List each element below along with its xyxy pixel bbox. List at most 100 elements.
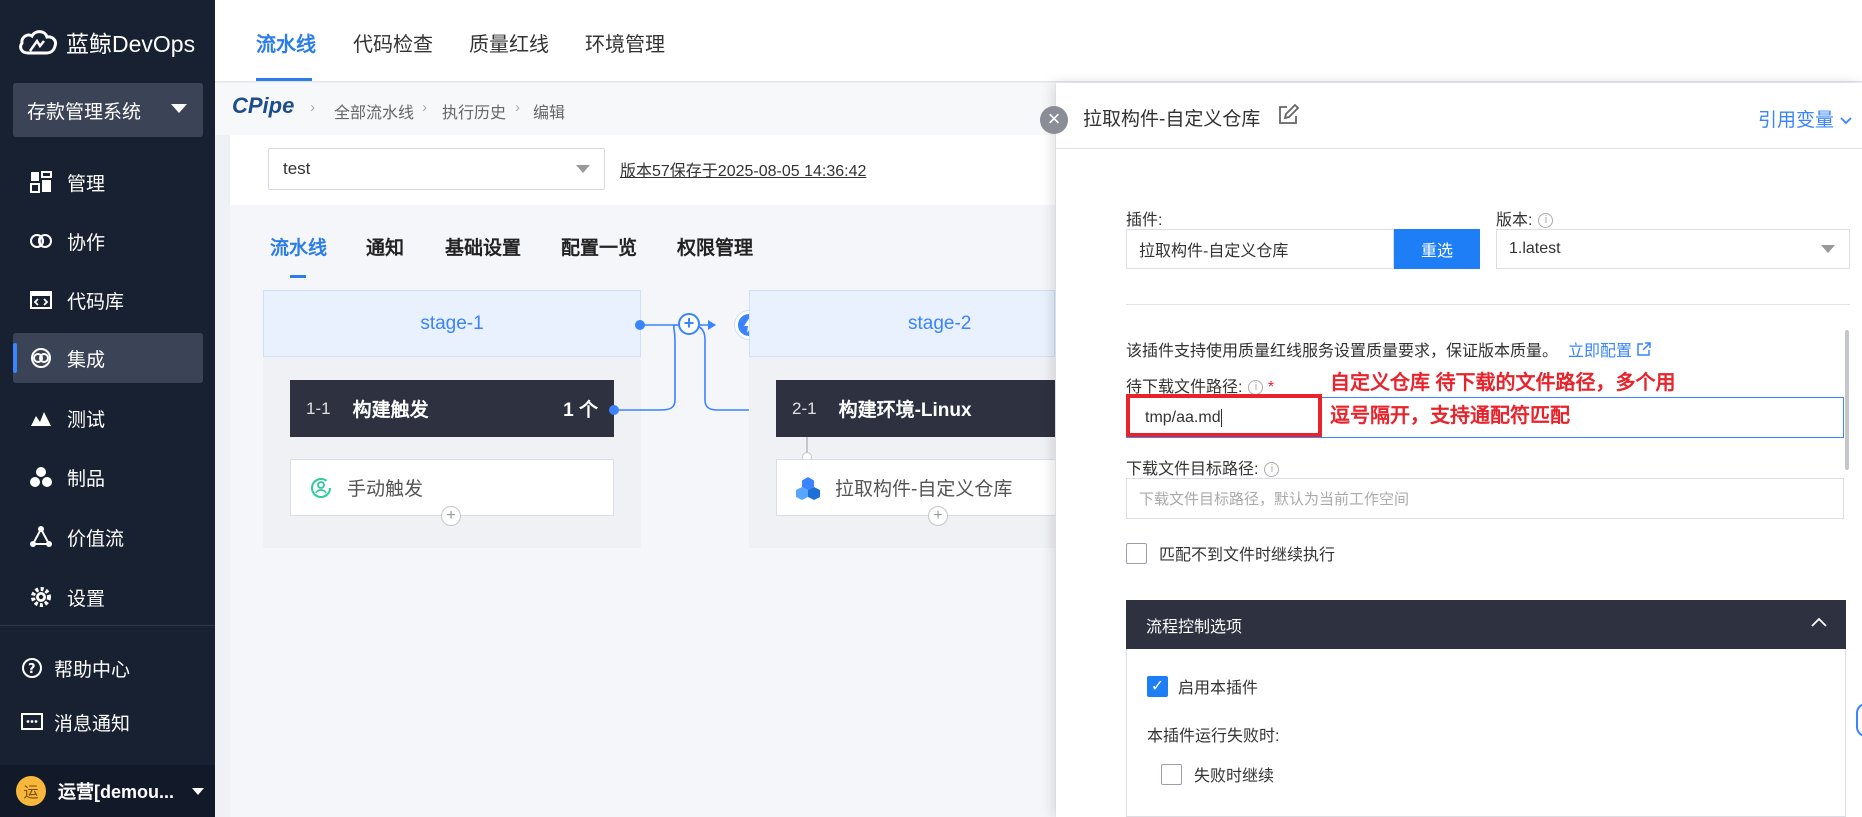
- subtab-pipeline[interactable]: 流水线: [270, 233, 327, 260]
- help-center-link[interactable]: ? 帮助中心: [4, 643, 194, 693]
- job-count: 1 个: [563, 400, 598, 421]
- sidebar-item-label: 代码库: [67, 291, 125, 313]
- configure-now-label: 立即配置: [1568, 343, 1633, 360]
- continue-nomatch-checkbox[interactable]: 匹配不到文件时继续执行: [1126, 541, 1335, 565]
- configure-now-link[interactable]: 立即配置: [1568, 342, 1652, 360]
- caret-down-icon: [1821, 245, 1835, 253]
- panel-scrollbar[interactable]: [1845, 330, 1849, 470]
- fail-continue-label: 失败时继续: [1194, 768, 1275, 785]
- sidebar-item-artifact[interactable]: 制品: [13, 452, 203, 502]
- sidebar-item-label: 测试: [67, 409, 106, 431]
- brand-logo[interactable]: 蓝鲸DevOps: [18, 24, 195, 60]
- version-select[interactable]: 1.latest: [1496, 229, 1850, 269]
- sidebar-item-management[interactable]: 管理: [13, 157, 203, 207]
- manual-trigger-icon: [311, 477, 331, 498]
- add-task-button[interactable]: +: [928, 506, 948, 526]
- reference-variable-label: 引用变量: [1758, 110, 1835, 131]
- flow-control-header[interactable]: 流程控制选项: [1126, 600, 1846, 649]
- sidebar-item-code-repo[interactable]: 代码库: [13, 275, 203, 325]
- tab-env-management[interactable]: 环境管理: [585, 28, 665, 57]
- add-stage-button[interactable]: +: [678, 313, 700, 335]
- breadcrumb-all-pipelines[interactable]: 全部流水线: [334, 99, 414, 123]
- subtab-config-overview[interactable]: 配置一览: [561, 233, 637, 260]
- svg-text:?: ?: [28, 662, 36, 677]
- breadcrumb-edit: 编辑: [533, 105, 566, 122]
- continue-nomatch-label: 匹配不到文件时继续执行: [1159, 547, 1336, 564]
- collaboration-icon: T: [30, 234, 52, 248]
- svg-text:T: T: [37, 238, 44, 248]
- add-task-button[interactable]: +: [441, 506, 461, 526]
- version-label-wrap: 版本: i: [1496, 206, 1554, 230]
- tab-code-check[interactable]: 代码检查: [353, 28, 433, 57]
- info-icon[interactable]: i: [1264, 462, 1280, 478]
- task-card[interactable]: 拉取构件-自定义仓库: [776, 459, 1055, 516]
- stage-name: stage-1: [420, 312, 484, 334]
- version-label: 版本:: [1496, 212, 1533, 229]
- reference-variable-link[interactable]: 引用变量: [1758, 105, 1853, 132]
- cpipe-logo[interactable]: CPipe: [232, 93, 294, 119]
- sidebar-item-collaboration[interactable]: T 协作: [13, 216, 203, 266]
- job-card[interactable]: 2-1 构建环境-Linux: [776, 380, 1055, 437]
- sidebar-item-settings[interactable]: 设置: [13, 572, 203, 622]
- job-card[interactable]: 1-1 构建触发 1 个: [290, 380, 614, 437]
- avatar: 运: [16, 776, 46, 806]
- subtab-basic-settings[interactable]: 基础设置: [445, 233, 521, 260]
- version-info-link[interactable]: 版本57保存于2025-08-05 14:36:42: [620, 157, 866, 181]
- fail-continue-checkbox[interactable]: 失败时继续: [1161, 762, 1274, 786]
- target-path-label-wrap: 下载文件目标路径: i: [1126, 455, 1280, 479]
- checkbox[interactable]: [1126, 542, 1147, 564]
- reselect-button[interactable]: 重选: [1394, 229, 1480, 269]
- sidebar-item-label: 设置: [67, 588, 106, 610]
- sidebar-item-integration[interactable]: 集成: [13, 333, 203, 383]
- stage-header[interactable]: stage-1: [263, 290, 641, 357]
- sidebar-item-label: 价值流: [67, 528, 125, 550]
- tab-pipeline[interactable]: 流水线: [256, 28, 316, 57]
- stage-header[interactable]: stage-2: [749, 290, 1055, 357]
- target-path-label: 下载文件目标路径:: [1126, 461, 1259, 478]
- quality-tip: 该插件支持使用质量红线服务设置质量要求，保证版本质量。 立即配置: [1126, 337, 1652, 361]
- tab-quality-gate[interactable]: 质量红线: [469, 28, 549, 57]
- quality-tip-text: 该插件支持使用质量红线服务设置质量要求，保证版本质量。: [1126, 343, 1559, 360]
- breadcrumb-history[interactable]: 执行历史: [442, 99, 506, 123]
- active-tab-indicator: [256, 78, 312, 81]
- plugin-field: 拉取构件-自定义仓库: [1126, 229, 1394, 269]
- caret-down-icon: [192, 787, 204, 795]
- pipeline-selector[interactable]: test: [268, 148, 605, 190]
- project-name: 存款管理系统: [27, 101, 142, 123]
- notifications-link[interactable]: 消息通知: [4, 697, 194, 747]
- sidebar-divider: [0, 625, 215, 626]
- chevron-up-icon: [1811, 617, 1827, 627]
- integration-icon: [31, 348, 51, 368]
- sidebar-item-test[interactable]: 测试: [13, 393, 203, 443]
- caret-down-icon: [171, 104, 187, 113]
- floating-helper-button[interactable]: [1856, 703, 1862, 737]
- target-path-input[interactable]: 下载文件目标路径，默认为当前工作空间: [1126, 478, 1844, 519]
- caret-down-icon: [576, 165, 590, 173]
- subtab-notify[interactable]: 通知: [366, 233, 404, 260]
- top-header: [215, 0, 1862, 82]
- help-icon: ?: [22, 658, 42, 678]
- job-number: 1-1: [306, 398, 331, 418]
- enable-plugin-checkbox[interactable]: ✓ 启用本插件: [1147, 674, 1258, 698]
- job-title: 构建环境-Linux: [838, 400, 972, 421]
- sidebar-item-label: 制品: [67, 468, 106, 490]
- plugin-value: 拉取构件-自定义仓库: [1139, 243, 1289, 260]
- version-value: 1.latest: [1509, 240, 1561, 257]
- annotation-text: 自定义仓库 待下载的文件路径，多个用 逗号隔开，支持通配符匹配: [1330, 367, 1750, 433]
- enable-plugin-label: 启用本插件: [1178, 680, 1259, 697]
- sidebar-item-value-stream[interactable]: 价值流: [13, 512, 203, 562]
- message-icon: [21, 713, 43, 730]
- info-icon[interactable]: i: [1538, 213, 1554, 229]
- external-link-icon: [1637, 342, 1652, 356]
- user-menu[interactable]: 运 运营[demou...: [0, 765, 215, 817]
- test-icon: [31, 412, 51, 426]
- close-panel-button[interactable]: ×: [1040, 106, 1068, 134]
- checkbox-checked[interactable]: ✓: [1147, 675, 1168, 697]
- project-selector[interactable]: 存款管理系统: [13, 83, 203, 137]
- checkbox[interactable]: [1161, 763, 1182, 785]
- edit-icon[interactable]: [1276, 103, 1300, 127]
- dashboard-icon: [30, 171, 52, 193]
- job-title: 构建触发: [352, 400, 429, 421]
- target-path-placeholder: 下载文件目标路径，默认为当前工作空间: [1139, 491, 1410, 508]
- subtab-permissions[interactable]: 权限管理: [677, 233, 753, 260]
